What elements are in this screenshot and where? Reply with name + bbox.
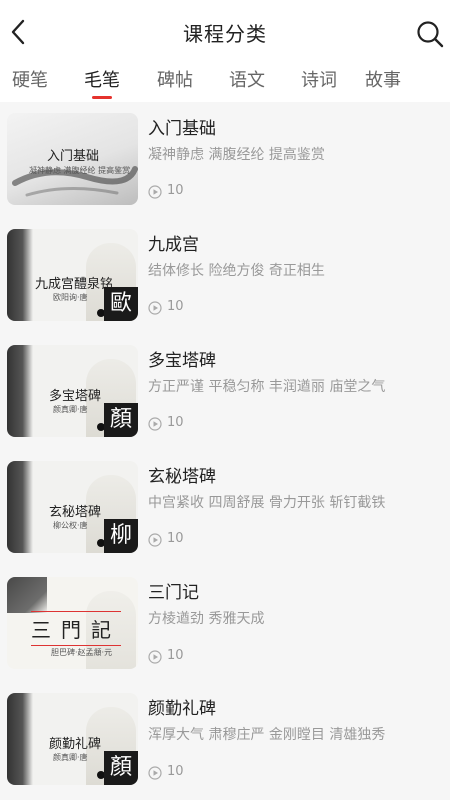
list-item[interactable]: 多宝塔碑 颜真卿·唐 顏 多宝塔碑 方正严谨 平稳匀称 丰润遒丽 庙堂之气 10 bbox=[0, 334, 450, 450]
seal-character: 柳 bbox=[104, 519, 138, 553]
thumbnail-subtitle: 颜真卿·唐 bbox=[53, 753, 88, 762]
search-icon bbox=[417, 21, 444, 48]
course-thumbnail[interactable]: 玄秘塔碑 柳公权·唐 柳 bbox=[7, 461, 138, 553]
play-count: 10 bbox=[167, 183, 184, 198]
play-count-icon bbox=[148, 417, 162, 431]
course-list: 入门基础 凝神静虑 满腹经纶 提高鉴赏 入门基础 凝神静虑 满腹经纶 提高鉴赏 … bbox=[0, 102, 450, 800]
seal-character: 顏 bbox=[104, 403, 138, 437]
calligraphy-rubbing-image bbox=[7, 693, 33, 785]
thumbnail-subtitle: 颜真卿·唐 bbox=[53, 405, 88, 414]
page-title: 课程分类 bbox=[183, 22, 267, 46]
tab-yuwen[interactable]: 语文 bbox=[229, 66, 265, 92]
course-title[interactable]: 多宝塔碑 bbox=[148, 346, 216, 371]
thumbnail-title: 入门基础 bbox=[47, 149, 100, 164]
thumbnail-title: 玄秘塔碑 bbox=[49, 505, 102, 520]
thumbnail-subtitle: 欧阳询·唐 bbox=[53, 293, 88, 302]
course-description: 浑厚大气 肃穆庄严 金刚瞠目 清雄独秀 bbox=[148, 727, 386, 743]
course-title[interactable]: 玄秘塔碑 bbox=[148, 462, 216, 487]
play-count: 10 bbox=[167, 764, 184, 779]
list-item[interactable]: 三門記 胆巴碑·赵孟頫·元 三门记 方棱遒劲 秀雅天成 10 bbox=[0, 566, 450, 682]
play-count: 10 bbox=[167, 648, 184, 663]
list-item[interactable]: 颜勤礼碑 颜真卿·唐 顏 颜勤礼碑 浑厚大气 肃穆庄严 金刚瞠目 清雄独秀 10 bbox=[0, 682, 450, 798]
course-thumbnail[interactable]: 三門記 胆巴碑·赵孟頫·元 bbox=[7, 577, 138, 669]
play-count: 10 bbox=[167, 531, 184, 546]
course-thumbnail[interactable]: 九成宫醴泉铭 欧阳询·唐 歐 bbox=[7, 229, 138, 321]
thumbnail-subtitle: 胆巴碑·赵孟頫·元 bbox=[51, 648, 113, 657]
play-count-icon bbox=[148, 185, 162, 199]
thumbnail-title: 颜勤礼碑 bbox=[49, 737, 102, 752]
course-title[interactable]: 入门基础 bbox=[148, 114, 216, 139]
list-item[interactable]: 九成宫醴泉铭 欧阳询·唐 歐 九成宫 结体修长 险绝方俊 奇正相生 10 bbox=[0, 218, 450, 334]
course-description: 凝神静虑 满腹经纶 提高鉴赏 bbox=[148, 147, 325, 163]
seal-character: 歐 bbox=[104, 287, 138, 321]
tab-gushi[interactable]: 故事 bbox=[365, 66, 401, 92]
thumbnail-title: 三門記 bbox=[31, 611, 121, 646]
calligraphy-rubbing-image bbox=[7, 229, 33, 321]
play-count-icon bbox=[148, 766, 162, 780]
calligraphy-rubbing-image bbox=[7, 345, 33, 437]
list-item[interactable]: 玄秘塔碑 柳公权·唐 柳 玄秘塔碑 中宫紧收 四周舒展 骨力开张 斩钉截铁 10 bbox=[0, 450, 450, 566]
thumbnail-subtitle: 柳公权·唐 bbox=[53, 521, 88, 530]
course-description: 结体修长 险绝方俊 奇正相生 bbox=[148, 263, 325, 279]
tab-shici[interactable]: 诗词 bbox=[301, 66, 337, 92]
course-thumbnail[interactable]: 多宝塔碑 颜真卿·唐 顏 bbox=[7, 345, 138, 437]
course-description: 中宫紧收 四周舒展 骨力开张 斩钉截铁 bbox=[148, 495, 386, 511]
category-tabs: 硬笔 毛笔 碑帖 语文 诗词 故事 bbox=[0, 62, 450, 102]
tab-beitie[interactable]: 碑帖 bbox=[157, 66, 193, 92]
course-thumbnail[interactable]: 入门基础 凝神静虑 满腹经纶 提高鉴赏 bbox=[7, 113, 138, 205]
search-button[interactable] bbox=[414, 18, 446, 50]
calligraphy-rubbing-image bbox=[7, 461, 33, 553]
course-title[interactable]: 九成宫 bbox=[148, 230, 199, 255]
tab-yingbi[interactable]: 硬笔 bbox=[12, 66, 48, 92]
course-title[interactable]: 三门记 bbox=[148, 578, 199, 603]
course-title[interactable]: 颜勤礼碑 bbox=[148, 694, 216, 719]
thumbnail-title: 多宝塔碑 bbox=[49, 389, 102, 404]
play-count: 10 bbox=[167, 415, 184, 430]
course-description: 方棱遒劲 秀雅天成 bbox=[148, 611, 265, 627]
play-count-icon bbox=[148, 650, 162, 664]
play-count-icon bbox=[148, 301, 162, 315]
course-thumbnail[interactable]: 颜勤礼碑 颜真卿·唐 顏 bbox=[7, 693, 138, 785]
list-item[interactable]: 入门基础 凝神静虑 满腹经纶 提高鉴赏 入门基础 凝神静虑 满腹经纶 提高鉴赏 … bbox=[0, 102, 450, 218]
tab-maobi[interactable]: 毛笔 bbox=[84, 66, 120, 92]
seal-character: 顏 bbox=[104, 751, 138, 785]
thumbnail-title: 九成宫醴泉铭 bbox=[35, 277, 114, 292]
app-header: 课程分类 bbox=[0, 0, 450, 62]
course-description: 方正严谨 平稳匀称 丰润遒丽 庙堂之气 bbox=[148, 379, 386, 395]
active-tab-indicator bbox=[92, 96, 112, 99]
thumbnail-subtitle: 凝神静虑 满腹经纶 提高鉴赏 bbox=[29, 166, 131, 175]
play-count-icon bbox=[148, 533, 162, 547]
calligraphy-rubbing-image bbox=[7, 577, 47, 613]
play-count: 10 bbox=[167, 299, 184, 314]
